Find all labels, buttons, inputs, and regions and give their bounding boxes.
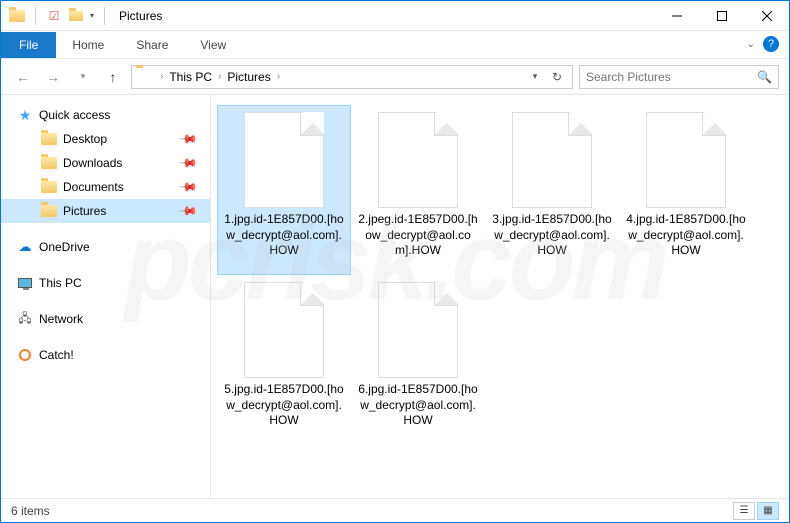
file-thumbnail-icon xyxy=(244,112,324,208)
file-name: 2.jpeg.id-1E857D00.[how_decrypt@aol.com]… xyxy=(358,212,478,259)
address-bar: ← → ▾ ↑ › This PC › Pictures › ▾ ↻ 🔍 xyxy=(1,59,789,95)
file-thumbnail-icon xyxy=(646,112,726,208)
file-name: 4.jpg.id-1E857D00.[how_decrypt@aol.com].… xyxy=(626,212,746,259)
sidebar-item-label: Desktop xyxy=(63,132,107,146)
sidebar-item-label: Pictures xyxy=(63,204,106,218)
tab-view[interactable]: View xyxy=(184,32,242,58)
file-name: 1.jpg.id-1E857D00.[how_decrypt@aol.com].… xyxy=(224,212,344,259)
window-title: Pictures xyxy=(119,9,162,23)
help-icon[interactable]: ? xyxy=(763,36,779,52)
forward-button[interactable]: → xyxy=(41,65,65,89)
qat-customize-icon[interactable]: ▾ xyxy=(90,11,94,20)
network-icon: 🖧 xyxy=(17,311,33,327)
file-item[interactable]: 6.jpg.id-1E857D00.[how_decrypt@aol.com].… xyxy=(351,275,485,445)
details-view-button[interactable]: ☰ xyxy=(733,502,755,520)
sidebar-item-downloads[interactable]: Downloads 📌 xyxy=(1,151,210,175)
chevron-right-icon[interactable]: › xyxy=(216,71,223,82)
sidebar-label: Catch! xyxy=(39,348,74,362)
refresh-icon[interactable]: ↻ xyxy=(546,66,568,88)
file-item[interactable]: 1.jpg.id-1E857D00.[how_decrypt@aol.com].… xyxy=(217,105,351,275)
navigation-pane: ★ Quick access Desktop 📌 Downloads 📌 Doc… xyxy=(1,95,211,498)
folder-icon xyxy=(41,179,57,195)
file-name: 6.jpg.id-1E857D00.[how_decrypt@aol.com].… xyxy=(358,382,478,429)
cloud-icon: ☁ xyxy=(17,239,33,255)
file-list[interactable]: 1.jpg.id-1E857D00.[how_decrypt@aol.com].… xyxy=(211,95,789,498)
recent-dropdown-icon[interactable]: ▾ xyxy=(71,65,95,89)
file-thumbnail-icon xyxy=(244,282,324,378)
file-item[interactable]: 5.jpg.id-1E857D00.[how_decrypt@aol.com].… xyxy=(217,275,351,445)
search-input[interactable] xyxy=(586,70,757,84)
explorer-window: ☑ ▾ Pictures File Home Share View ⌄ ? ← … xyxy=(0,0,790,523)
catch-icon xyxy=(17,347,33,363)
chevron-right-icon[interactable]: › xyxy=(275,71,282,82)
sidebar-onedrive[interactable]: ☁ OneDrive xyxy=(1,235,210,259)
tab-share[interactable]: Share xyxy=(120,32,184,58)
expand-ribbon-icon[interactable]: ⌄ xyxy=(747,39,755,50)
pin-icon: 📌 xyxy=(178,177,198,197)
search-box[interactable]: 🔍 xyxy=(579,65,779,89)
tab-home[interactable]: Home xyxy=(56,32,120,58)
folder-icon xyxy=(41,131,57,147)
sidebar-label: OneDrive xyxy=(39,240,90,254)
file-thumbnail-icon xyxy=(378,282,458,378)
monitor-icon xyxy=(17,275,33,291)
qat-newfolder-icon[interactable] xyxy=(68,8,84,24)
sidebar-item-documents[interactable]: Documents 📌 xyxy=(1,175,210,199)
titlebar: ☑ ▾ Pictures xyxy=(1,1,789,31)
app-icon xyxy=(9,8,25,24)
minimize-button[interactable] xyxy=(654,1,699,31)
sidebar-quick-access[interactable]: ★ Quick access xyxy=(1,103,210,127)
breadcrumb[interactable]: › This PC › Pictures › ▾ ↻ xyxy=(131,65,573,89)
sidebar-catch[interactable]: Catch! xyxy=(1,343,210,367)
file-tab[interactable]: File xyxy=(1,32,56,58)
sidebar-item-pictures[interactable]: Pictures 📌 xyxy=(1,199,210,223)
ribbon: File Home Share View ⌄ ? xyxy=(1,31,789,59)
file-name: 5.jpg.id-1E857D00.[how_decrypt@aol.com].… xyxy=(224,382,344,429)
star-icon: ★ xyxy=(17,107,33,123)
folder-icon xyxy=(41,203,57,219)
location-icon xyxy=(136,68,154,86)
file-thumbnail-icon xyxy=(512,112,592,208)
crumb-thispc[interactable]: This PC xyxy=(165,70,216,84)
file-item[interactable]: 2.jpeg.id-1E857D00.[how_decrypt@aol.com]… xyxy=(351,105,485,275)
thumbnails-view-button[interactable]: ▦ xyxy=(757,502,779,520)
chevron-right-icon[interactable]: › xyxy=(158,71,165,82)
crumb-pictures[interactable]: Pictures xyxy=(223,70,274,84)
file-name: 3.jpg.id-1E857D00.[how_decrypt@aol.com].… xyxy=(492,212,612,259)
sidebar-label: This PC xyxy=(39,276,82,290)
folder-icon xyxy=(41,155,57,171)
pin-icon: 📌 xyxy=(178,153,198,173)
up-button[interactable]: ↑ xyxy=(101,65,125,89)
status-bar: 6 items ☰ ▦ xyxy=(1,498,789,522)
file-item[interactable]: 3.jpg.id-1E857D00.[how_decrypt@aol.com].… xyxy=(485,105,619,275)
sidebar-label: Network xyxy=(39,312,83,326)
address-dropdown-icon[interactable]: ▾ xyxy=(524,66,546,88)
close-button[interactable] xyxy=(744,1,789,31)
back-button[interactable]: ← xyxy=(11,65,35,89)
file-thumbnail-icon xyxy=(378,112,458,208)
sidebar-thispc[interactable]: This PC xyxy=(1,271,210,295)
qat-properties-icon[interactable]: ☑ xyxy=(46,8,62,24)
pin-icon: 📌 xyxy=(178,201,198,221)
pin-icon: 📌 xyxy=(178,129,198,149)
maximize-button[interactable] xyxy=(699,1,744,31)
sidebar-item-label: Downloads xyxy=(63,156,122,170)
search-icon[interactable]: 🔍 xyxy=(757,70,772,84)
file-item[interactable]: 4.jpg.id-1E857D00.[how_decrypt@aol.com].… xyxy=(619,105,753,275)
sidebar-item-desktop[interactable]: Desktop 📌 xyxy=(1,127,210,151)
sidebar-item-label: Documents xyxy=(63,180,124,194)
sidebar-network[interactable]: 🖧 Network xyxy=(1,307,210,331)
item-count: 6 items xyxy=(11,504,50,518)
sidebar-label: Quick access xyxy=(39,108,110,122)
